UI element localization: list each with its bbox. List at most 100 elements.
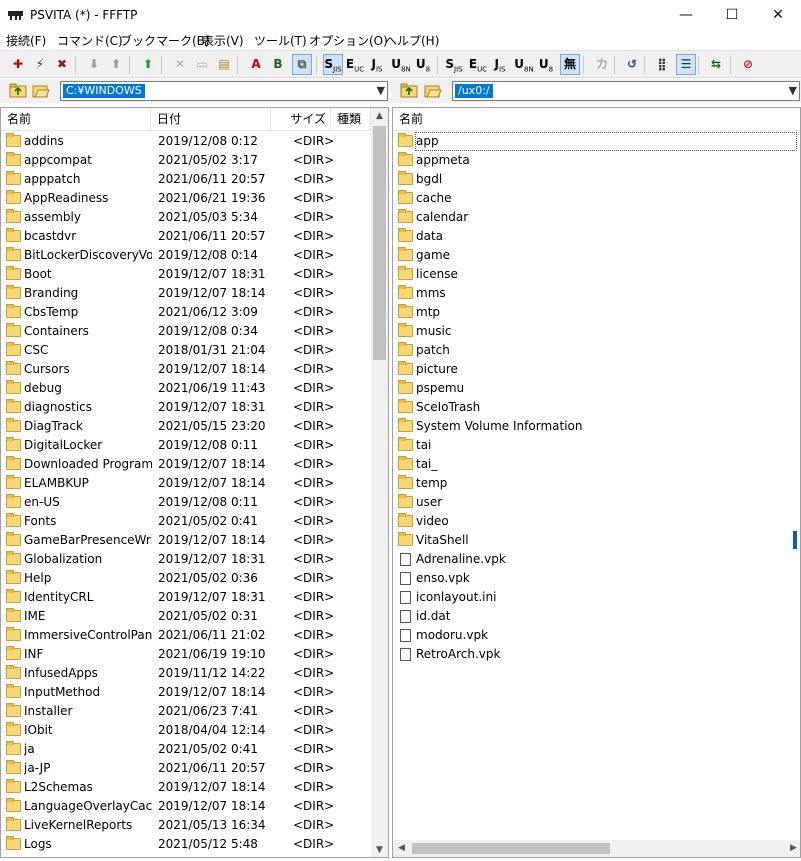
file-size: <DIR> xyxy=(293,837,335,851)
delete-icon[interactable]: ✕ xyxy=(170,54,190,75)
file-name: RetroArch.vpk xyxy=(416,647,501,661)
file-icon xyxy=(400,553,411,566)
remote-horizontal-scrollbar[interactable]: ◀ ▶ xyxy=(393,840,800,857)
menu-tool[interactable]: ツール(T) xyxy=(254,32,307,49)
column-size[interactable]: サイズ xyxy=(271,108,331,131)
menu-help[interactable]: ヘルプ(H) xyxy=(385,32,439,49)
sjis-icon[interactable]: SJIS xyxy=(323,54,343,75)
scroll-thumb[interactable] xyxy=(412,843,610,854)
refresh-icon[interactable]: ↺ xyxy=(622,54,642,75)
remote-parent-folder-icon[interactable] xyxy=(400,82,418,98)
chevron-down-icon[interactable]: ▼ xyxy=(789,84,797,97)
file-name: DigitalLocker xyxy=(24,438,103,452)
file-name: InputMethod xyxy=(24,685,101,699)
menu-connect[interactable]: 接続(F) xyxy=(6,32,46,49)
folder-icon xyxy=(6,513,21,527)
folder-icon xyxy=(398,133,413,147)
scroll-left-icon[interactable]: ◀ xyxy=(393,840,410,857)
sync-browse-icon[interactable]: ⇆ xyxy=(706,54,726,75)
window-title: PSVITA (*) - FFFTP xyxy=(30,8,138,22)
parent-folder-icon[interactable] xyxy=(9,82,27,98)
jis-icon[interactable]: JIS xyxy=(367,54,387,75)
mirror-upload-icon[interactable]: ⬆ xyxy=(138,54,158,75)
local-file-list[interactable]: 名前 日付 サイズ 種類 addins 2019/12/08 0:12 <DIR> a… xyxy=(0,107,389,858)
remote-open-folder-icon[interactable] xyxy=(424,82,442,98)
file-name: id.dat xyxy=(416,609,451,623)
local-utf8n-icon[interactable]: U8N xyxy=(514,54,534,75)
scroll-down-icon[interactable]: ▼ xyxy=(371,842,388,857)
column-name[interactable]: 名前 xyxy=(393,108,800,131)
local-jis-icon[interactable]: JIS xyxy=(490,54,510,75)
remote-path-combo[interactable]: /ux0:/ ▼ xyxy=(452,81,800,101)
minimize-button[interactable]: — xyxy=(663,0,709,30)
file-date: 2019/12/08 0:11 xyxy=(158,438,258,452)
local-sjis-icon[interactable]: SJIS xyxy=(444,54,464,75)
maximize-button[interactable]: ☐ xyxy=(709,0,755,30)
ascii-mode-icon[interactable]: A xyxy=(246,54,266,75)
menu-bar: 接続(F) コマンド(C) ブックマーク(B) 表示(V) ツール(T) オプシ… xyxy=(0,30,801,50)
local-list-header: 名前 日付 サイズ 種類 xyxy=(1,108,388,131)
folder-icon xyxy=(6,817,21,831)
file-date: 2021/06/11 20:57 xyxy=(158,761,266,775)
file-name: user xyxy=(416,495,443,509)
file-name: Globalization xyxy=(24,552,103,566)
file-name: LiveKernelReports xyxy=(24,818,133,832)
file-name: appcompat xyxy=(24,153,92,167)
menu-view[interactable]: 表示(V) xyxy=(202,32,244,49)
menu-option[interactable]: オプション(O) xyxy=(309,32,388,49)
auto-mode-icon[interactable]: ⧉ xyxy=(292,54,312,75)
folder-icon xyxy=(6,703,21,717)
file-name: pspemu xyxy=(416,381,465,395)
menu-command[interactable]: コマンド(C) xyxy=(57,32,123,49)
quick-connect-icon[interactable]: ⚡ xyxy=(30,54,50,75)
local-path-value: C:¥WINDOWS xyxy=(63,84,145,98)
file-date: 2019/12/07 18:31 xyxy=(158,552,266,566)
disconnect-icon[interactable]: ✖ xyxy=(52,54,72,75)
local-utf8-icon[interactable]: U8 xyxy=(536,54,556,75)
file-date: 2019/12/08 0:11 xyxy=(158,495,258,509)
chevron-down-icon[interactable]: ▼ xyxy=(377,84,385,97)
utf8n-icon[interactable]: U8N xyxy=(391,54,411,75)
file-name: IObit xyxy=(24,723,53,737)
kana-convert-icon[interactable]: カ xyxy=(592,54,612,75)
scroll-thumb[interactable] xyxy=(373,126,386,360)
local-euc-icon[interactable]: EUC xyxy=(468,54,488,75)
detail-view-icon[interactable]: ☰ xyxy=(676,54,696,75)
column-name[interactable]: 名前 xyxy=(1,108,151,131)
toolbar-separator xyxy=(161,56,162,74)
scroll-right-icon[interactable]: ▶ xyxy=(785,840,800,857)
close-button[interactable]: ✕ xyxy=(755,0,801,30)
file-size: <DIR> xyxy=(293,400,335,414)
remote-file-list[interactable]: 名前 app appmeta bgdl cache calendar data game li… xyxy=(392,107,801,858)
folder-icon xyxy=(6,418,21,432)
euc-icon[interactable]: EUC xyxy=(345,54,365,75)
rename-icon[interactable]: ▭ xyxy=(192,54,212,75)
stop-icon[interactable]: ⊘ xyxy=(738,54,758,75)
folder-icon xyxy=(398,304,413,318)
file-icon xyxy=(400,648,411,661)
upload-icon[interactable]: ⬆ xyxy=(106,54,126,75)
open-folder-icon[interactable] xyxy=(32,82,50,98)
folder-icon xyxy=(6,608,21,622)
binary-mode-icon[interactable]: B xyxy=(268,54,288,75)
column-date[interactable]: 日付 xyxy=(151,108,271,131)
file-name: Fonts xyxy=(24,514,57,528)
utf8-icon[interactable]: U8 xyxy=(413,54,433,75)
download-icon[interactable]: ⬇ xyxy=(84,54,104,75)
file-size: <DIR> xyxy=(293,742,335,756)
connect-icon[interactable]: ✚ xyxy=(8,54,28,75)
list-view-icon[interactable]: ⣿ xyxy=(652,54,672,75)
file-date: 2021/06/11 21:02 xyxy=(158,628,266,642)
local-vertical-scrollbar[interactable]: ▲ ▼ xyxy=(371,108,388,857)
file-name: InfusedApps xyxy=(24,666,98,680)
file-name: Cursors xyxy=(24,362,70,376)
no-convert-icon[interactable]: 無 xyxy=(560,54,580,75)
file-icon xyxy=(400,629,411,642)
folder-icon xyxy=(398,342,413,356)
mkdir-icon[interactable]: ▤ xyxy=(214,54,234,75)
scroll-up-icon[interactable]: ▲ xyxy=(371,108,388,125)
local-path-combo[interactable]: C:¥WINDOWS ▼ xyxy=(60,81,388,101)
file-name: DiagTrack xyxy=(24,419,83,433)
column-type[interactable]: 種類 xyxy=(331,108,371,131)
menu-bookmark[interactable]: ブックマーク(B) xyxy=(120,32,210,49)
